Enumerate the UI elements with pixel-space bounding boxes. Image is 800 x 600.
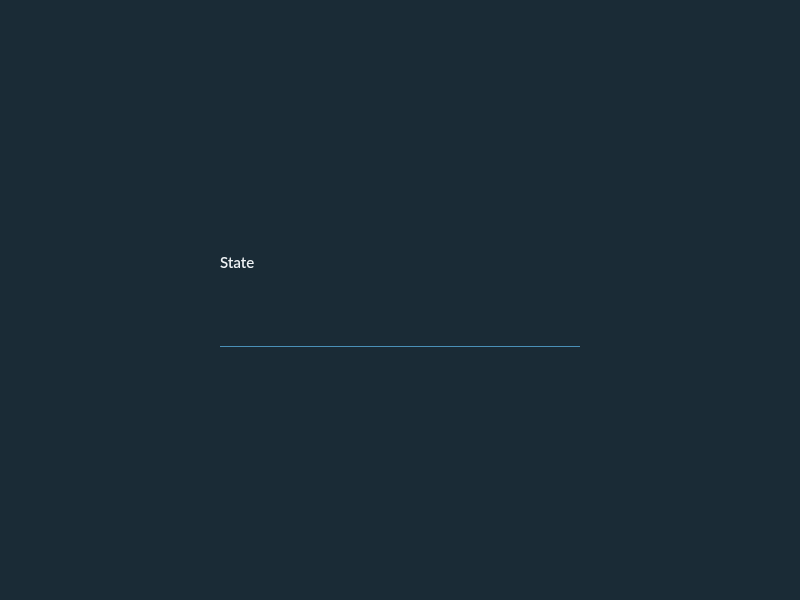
state-input[interactable] [220,312,580,347]
form-container: State [220,254,580,347]
state-label: State [220,254,580,272]
